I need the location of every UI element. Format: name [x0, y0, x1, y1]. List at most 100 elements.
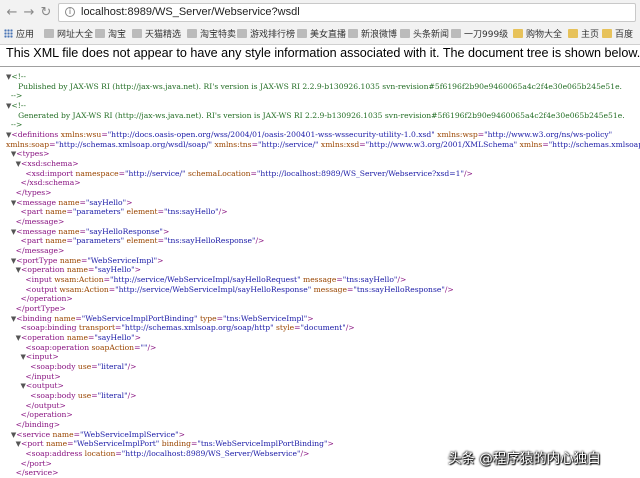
xml-token: <part — [20, 207, 43, 217]
xml-line: --> — [6, 91, 23, 101]
xml-token: "literal" — [97, 362, 128, 372]
xml-token: name — [55, 197, 80, 207]
xml-token — [6, 265, 16, 274]
url-text[interactable]: localhost:8989/WS_Server/Webservice?wsdl — [81, 6, 300, 18]
xml-token: </output> — [25, 400, 66, 410]
page-icon — [237, 29, 247, 38]
xml-line: <part name="parameters" element="tns:say… — [6, 207, 228, 217]
xml-token: <service — [16, 429, 51, 439]
bookmark-folder[interactable]: 主页 — [568, 27, 599, 43]
xml-token: /> — [218, 207, 228, 217]
xml-token — [6, 352, 20, 361]
bookmark-item[interactable]: 淘宝特卖 — [187, 27, 236, 43]
xml-line: </operation> — [6, 410, 72, 420]
bookmark-item[interactable]: 新浪微博 — [348, 27, 397, 43]
xml-token — [6, 246, 16, 255]
address-bar[interactable]: i localhost:8989/WS_Server/Webservice?ws… — [58, 3, 636, 22]
xml-token: "http://service/WebServiceImpl/sayHelloR… — [109, 275, 301, 285]
xml-line: --> — [6, 120, 23, 130]
xml-token: name — [64, 333, 88, 343]
xml-token: "parameters" — [72, 207, 125, 217]
xml-token: </message> — [15, 217, 65, 227]
xml-token: xmlns:xsd — [318, 139, 360, 149]
xml-line: </operation> — [6, 294, 72, 304]
xml-token: </xsd:schema> — [20, 178, 81, 188]
xml-line: <part name="parameters" element="tns:say… — [6, 236, 264, 246]
xml-token: "http://schemas.xmlsoap.org/wsdl/" — [548, 139, 640, 149]
back-arrow-icon[interactable]: ← — [4, 5, 20, 21]
xml-token: <binding — [16, 313, 52, 323]
xml-token — [6, 401, 25, 410]
xml-token — [6, 169, 25, 178]
xml-token: soapAction — [89, 342, 135, 352]
bookmark-item[interactable]: 头条新闻 — [400, 27, 449, 43]
xml-token — [6, 294, 20, 303]
bookmark-item[interactable]: 一刀999级 — [451, 27, 508, 43]
bookmark-item[interactable]: 游戏排行榜 — [237, 27, 295, 43]
xml-token: "tns:sayHello" — [163, 207, 219, 217]
page-icon — [95, 29, 105, 38]
xml-token — [6, 275, 25, 284]
xml-token: "WebServiceImplService" — [79, 429, 179, 439]
xml-token: "http://localhost:8989/WS_Server/Webserv… — [121, 449, 301, 459]
xml-line: ▼<!-- — [6, 72, 26, 82]
xml-token: name — [42, 207, 67, 217]
xml-line: <soap:body use="literal"/> — [6, 362, 136, 372]
xml-token: "http://schemas.xmlsoap.org/soap/http" — [121, 323, 274, 333]
bookmark-item[interactable]: 网址大全 — [44, 27, 93, 43]
xml-token: "sayHello" — [85, 197, 127, 207]
xml-token: > — [327, 439, 334, 449]
info-icon[interactable]: i — [65, 7, 75, 17]
xml-token: xmlns:wsu — [58, 130, 102, 140]
xml-line: ▼<operation name="sayHello"> — [6, 265, 141, 275]
xml-token: <part — [20, 236, 43, 246]
xml-line: ▼<binding name="WebServiceImplPortBindin… — [6, 314, 314, 324]
xml-line: </portType> — [6, 304, 66, 314]
xml-token: use — [75, 362, 92, 372]
xml-line: </output> — [6, 401, 66, 411]
xml-line: ▼<xsd:schema> — [6, 159, 79, 169]
xml-token: "http://schemas.xmlsoap.org/wsdl/soap/" — [55, 139, 213, 149]
xml-token: "sayHello" — [94, 265, 135, 275]
xml-line: ▼<message name="sayHelloResponse"> — [6, 227, 169, 237]
xml-token: use — [75, 391, 92, 401]
xml-token: <soap:body — [30, 362, 76, 372]
bookmark-folder[interactable]: 百度 — [602, 27, 633, 43]
xml-line: </xsd:schema> — [6, 178, 81, 188]
xml-token: "http://service/" — [257, 139, 319, 149]
xml-line: <input wsam:Action="http://service/WebSe… — [6, 275, 406, 285]
xml-tree: ▼<!-- Published by JAX-WS RI (http://jax… — [0, 70, 640, 478]
bookmark-item[interactable]: 美女直播 — [297, 27, 346, 43]
xml-token: > — [307, 313, 314, 323]
bookmark-apps[interactable]: 应用 — [4, 27, 34, 43]
xml-token: element — [124, 207, 158, 217]
forward-arrow-icon[interactable]: → — [21, 5, 37, 21]
xml-token: <operation — [21, 333, 65, 343]
xml-token — [6, 323, 20, 332]
xml-token: <soap:binding — [20, 323, 77, 333]
xml-token: xmlns — [517, 139, 543, 149]
xml-token: "http://docs.oasis-open.org/wss/2004/01/… — [107, 130, 435, 140]
xml-token: wsam:Action — [57, 284, 109, 294]
xml-token: xmlns:soap — [6, 139, 50, 149]
xml-token — [6, 362, 30, 371]
bookmark-item[interactable]: 淘宝 — [95, 27, 126, 43]
xml-token: location — [82, 449, 116, 459]
bookmark-item[interactable]: 天猫精选 — [132, 27, 181, 43]
bookmark-folder[interactable]: 购物大全 — [513, 27, 562, 43]
xml-token: style — [273, 323, 295, 333]
page-icon — [451, 29, 461, 38]
xml-token: name — [43, 439, 68, 449]
browser-toolbar: ← → ↻ i localhost:8989/WS_Server/Webserv… — [0, 0, 640, 26]
xml-token: wsam:Action — [51, 275, 104, 285]
xml-line: <output wsam:Action="http://service/WebS… — [6, 284, 453, 295]
reload-icon[interactable]: ↻ — [38, 5, 54, 21]
divider — [0, 66, 640, 67]
xml-token — [6, 333, 16, 342]
xml-line: Generated by JAX-WS RI (http://jax-ws.ja… — [6, 111, 625, 121]
xml-token: namespace — [73, 168, 119, 178]
xml-token: <output> — [25, 381, 64, 391]
xml-token: /> — [147, 342, 157, 352]
xml-style-notice: This XML file does not appear to have an… — [6, 46, 640, 60]
xml-line: <soap:body use="literal"/> — [6, 391, 136, 401]
